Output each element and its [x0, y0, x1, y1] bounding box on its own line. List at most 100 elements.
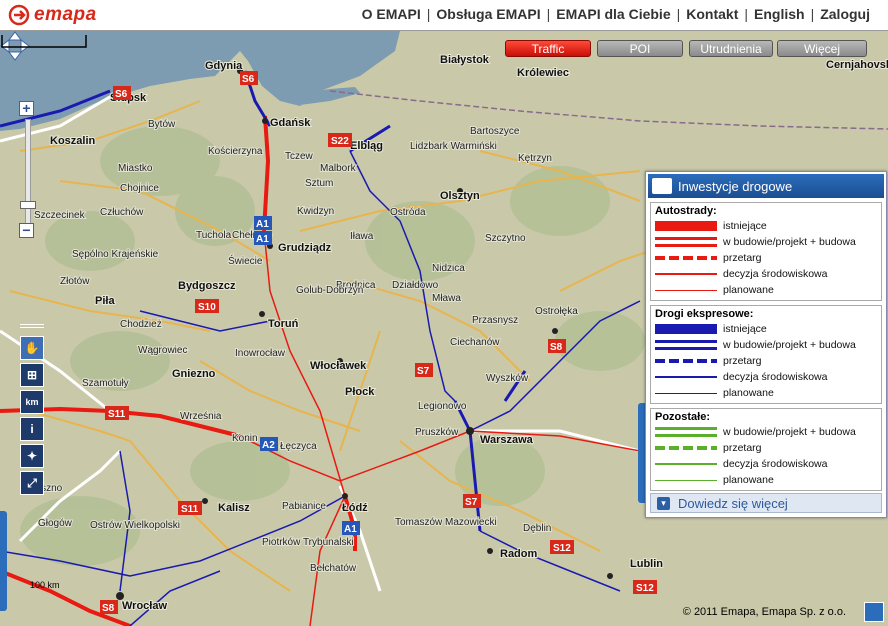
label-torun: Toruń — [268, 318, 299, 330]
info-icon: i — [30, 422, 34, 436]
emapa-logo[interactable]: emapa — [8, 3, 97, 27]
zoom-box-tool-button[interactable]: ⊞ — [20, 363, 44, 387]
pan-down-icon — [8, 51, 22, 61]
nav-kontakt[interactable]: Kontakt — [686, 6, 738, 22]
map-viewport[interactable]: Gdynia Słupsk Koszalin Gdańsk Elbląg Ols… — [0, 30, 888, 626]
label-ilawa: Iława — [350, 231, 374, 242]
ruler-km-icon: km — [25, 397, 39, 407]
shield-s11: S11 — [105, 406, 129, 420]
label-malbork: Malbork — [320, 163, 357, 174]
label-bartoszyce: Bartoszyce — [470, 126, 520, 137]
svg-text:S10: S10 — [198, 302, 216, 313]
wiecej-button[interactable]: Więcej — [777, 40, 867, 57]
shield-s11-south: S11 — [178, 501, 202, 515]
shield-a2: A2 — [260, 437, 278, 451]
label-koscierzyna: Kościerzyna — [208, 146, 263, 157]
label-wloclawek: Włocławek — [310, 360, 367, 372]
label-radom: Radom — [500, 548, 538, 560]
label-bytow: Bytów — [148, 119, 176, 130]
label-nidzica: Nidzica — [432, 263, 465, 274]
label-gdansk: Gdańsk — [270, 117, 311, 129]
nav-emapi-dla-ciebie[interactable]: EMAPI dla Ciebie — [556, 6, 670, 22]
zoom-in-button[interactable]: + — [19, 101, 34, 116]
left-side-tab[interactable] — [0, 511, 7, 611]
label-swiecie: Świecie — [228, 254, 263, 267]
label-czluchow: Człuchów — [100, 207, 144, 218]
learn-more-button[interactable]: ▾ Dowiedz się więcej — [650, 493, 882, 513]
fullscreen-icon: ⤢ — [27, 475, 37, 490]
hand-tool-button[interactable]: ✋ — [20, 336, 44, 360]
label-elblag: Elbląg — [350, 140, 383, 152]
shield-a1-south: A1 — [342, 521, 360, 535]
svg-text:S7: S7 — [465, 497, 478, 508]
label-ciechanow: Ciechanów — [450, 337, 500, 348]
legend-title: Inwestycje drogowe — [678, 178, 793, 194]
label-legionowo: Legionowo — [418, 401, 467, 412]
zoom-out-button[interactable]: − — [19, 223, 34, 238]
scale-bar — [1, 35, 87, 48]
label-golub: Golub-Dobrzyń — [296, 285, 363, 296]
nav-english[interactable]: English — [754, 6, 805, 22]
label-plock: Płock — [345, 386, 375, 398]
label-wyszkow: Wyszków — [486, 373, 529, 384]
svg-text:S11: S11 — [181, 504, 199, 515]
utrudnienia-button[interactable]: Utrudnienia — [689, 40, 773, 57]
poi-star-tool-button[interactable]: ✦ — [20, 444, 44, 468]
shield-s6-b: S6 — [113, 86, 131, 100]
resize-corner-button[interactable] — [864, 602, 884, 622]
label-ostroda: Ostróda — [390, 207, 426, 218]
svg-text:A2: A2 — [262, 440, 275, 451]
info-tool-button[interactable]: i — [20, 417, 44, 441]
measure-km-tool-button[interactable]: km — [20, 390, 44, 414]
label-pila: Piła — [95, 295, 115, 307]
label-olsztyn: Olsztyn — [440, 190, 480, 202]
label-deblin: Dęblin — [523, 523, 551, 534]
label-wroclaw: Wrocław — [122, 600, 167, 612]
label-wagrowiec: Wągrowiec — [138, 345, 187, 356]
zoom-slider-handle[interactable] — [20, 201, 36, 209]
legend-section-other: Pozostałe: w budowie/projekt + budowa pr… — [650, 408, 882, 491]
shield-s12-b: S12 — [633, 580, 657, 594]
label-konin: Konin — [232, 433, 258, 444]
logo-text: emapa — [34, 4, 97, 25]
label-sepolno: Sępólno Krajeńskie — [72, 249, 159, 260]
poi-button[interactable]: POI — [597, 40, 683, 57]
svg-text:A1: A1 — [256, 219, 269, 230]
label-glogow: Głogów — [38, 518, 73, 529]
label-leczyca: Łęczyca — [280, 441, 317, 452]
label-szczecinek: Szczecinek — [34, 210, 86, 221]
zoom-slider-track[interactable] — [25, 119, 31, 229]
shield-s12-a: S12 — [550, 540, 574, 554]
svg-text:A1: A1 — [344, 524, 357, 535]
label-cernjahovsk: Królewiec — [517, 67, 569, 79]
shield-s22: S22 — [328, 133, 352, 147]
scale-label: 100 km — [30, 580, 60, 590]
top-header: emapa O EMAPI | Obsługa EMAPI | EMAPI dl… — [0, 0, 888, 30]
fullscreen-tool-button[interactable]: ⤢ — [20, 471, 44, 495]
shield-s6-a: S6 — [240, 71, 258, 85]
shield-s8-east: S8 — [548, 339, 566, 353]
svg-text:A1: A1 — [256, 234, 269, 245]
chevron-down-icon: ▾ — [657, 496, 670, 510]
label-inowroclaw: Inowrocław — [235, 348, 286, 359]
tool-palette: ✋ ⊞ km i ✦ ⤢ — [20, 321, 46, 498]
label-gdynia: Gdynia — [205, 60, 243, 72]
nav-obsluga-emapi[interactable]: Obsługa EMAPI — [436, 6, 540, 22]
label-piotrkow: Piotrków Trybunalski — [262, 537, 354, 548]
label-warszawa: Warszawa — [480, 434, 534, 446]
shield-s10: S10 — [195, 299, 219, 313]
label-zlotow: Złotów — [60, 276, 90, 287]
svg-text:S8: S8 — [102, 603, 115, 614]
svg-text:S8: S8 — [550, 342, 563, 353]
tool-palette-grip[interactable] — [20, 324, 44, 328]
copyright-text: © 2011 Emapa, Emapa Sp. z o.o. — [682, 606, 846, 618]
hand-icon: ✋ — [24, 341, 40, 355]
label-tomaszow: Tomaszów Mazowiecki — [395, 517, 497, 528]
legend-header[interactable]: Inwestycje drogowe — [648, 174, 884, 198]
nav-o-emapi[interactable]: O EMAPI — [362, 6, 421, 22]
nav-zaloguj[interactable]: Zaloguj — [820, 6, 870, 22]
label-ostrow-wlkp: Ostrów Wielkopolski — [90, 520, 180, 531]
label-przasnysz: Przasnysz — [472, 315, 518, 326]
label-sztum: Sztum — [305, 178, 333, 189]
traffic-button[interactable]: Traffic — [505, 40, 591, 57]
